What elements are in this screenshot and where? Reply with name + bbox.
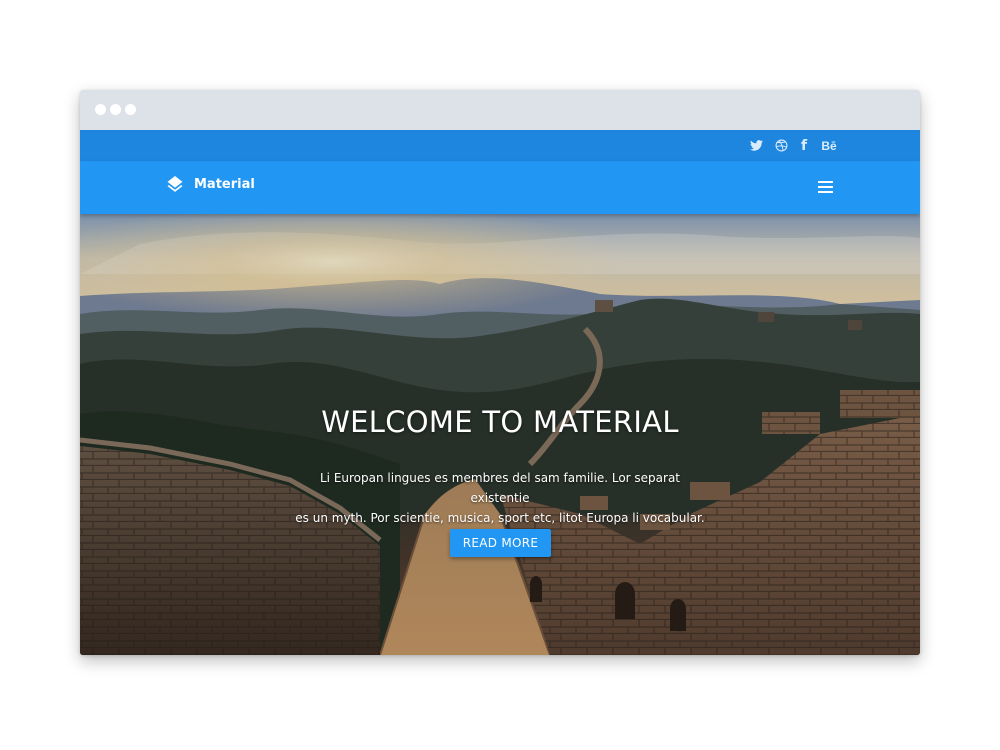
brand-name[interactable]: Material [194, 177, 255, 192]
hamburger-menu-icon[interactable] [817, 178, 835, 196]
window-minimize-dot[interactable] [110, 104, 121, 115]
facebook-glyph: f [800, 137, 808, 154]
behance-icon[interactable]: Bē [818, 130, 840, 161]
behance-glyph: Bē [821, 138, 837, 153]
browser-chrome [80, 90, 920, 130]
browser-window: f Bē Material WELCOME TO MATERIAL Li Eur… [80, 90, 920, 655]
hero-description: Li Europan lingues es membres del sam fa… [290, 468, 710, 528]
hero-title: WELCOME TO MATERIAL [321, 405, 679, 439]
read-more-button[interactable]: READ MORE [450, 529, 551, 557]
window-maximize-dot[interactable] [125, 104, 136, 115]
hero-section: WELCOME TO MATERIAL Li Europan lingues e… [80, 214, 920, 655]
facebook-icon[interactable]: f [798, 130, 810, 161]
dribbble-icon[interactable] [773, 130, 789, 161]
hero-text-line-1: Li Europan lingues es membres del sam fa… [319, 471, 681, 505]
main-navbar: Material [80, 161, 920, 214]
social-topbar: f Bē [80, 130, 920, 161]
twitter-icon[interactable] [748, 130, 764, 161]
window-close-dot[interactable] [95, 104, 106, 115]
layers-icon[interactable] [165, 176, 185, 196]
hero-text-line-2: es un myth. Por scientie, musica, sport … [295, 511, 705, 525]
